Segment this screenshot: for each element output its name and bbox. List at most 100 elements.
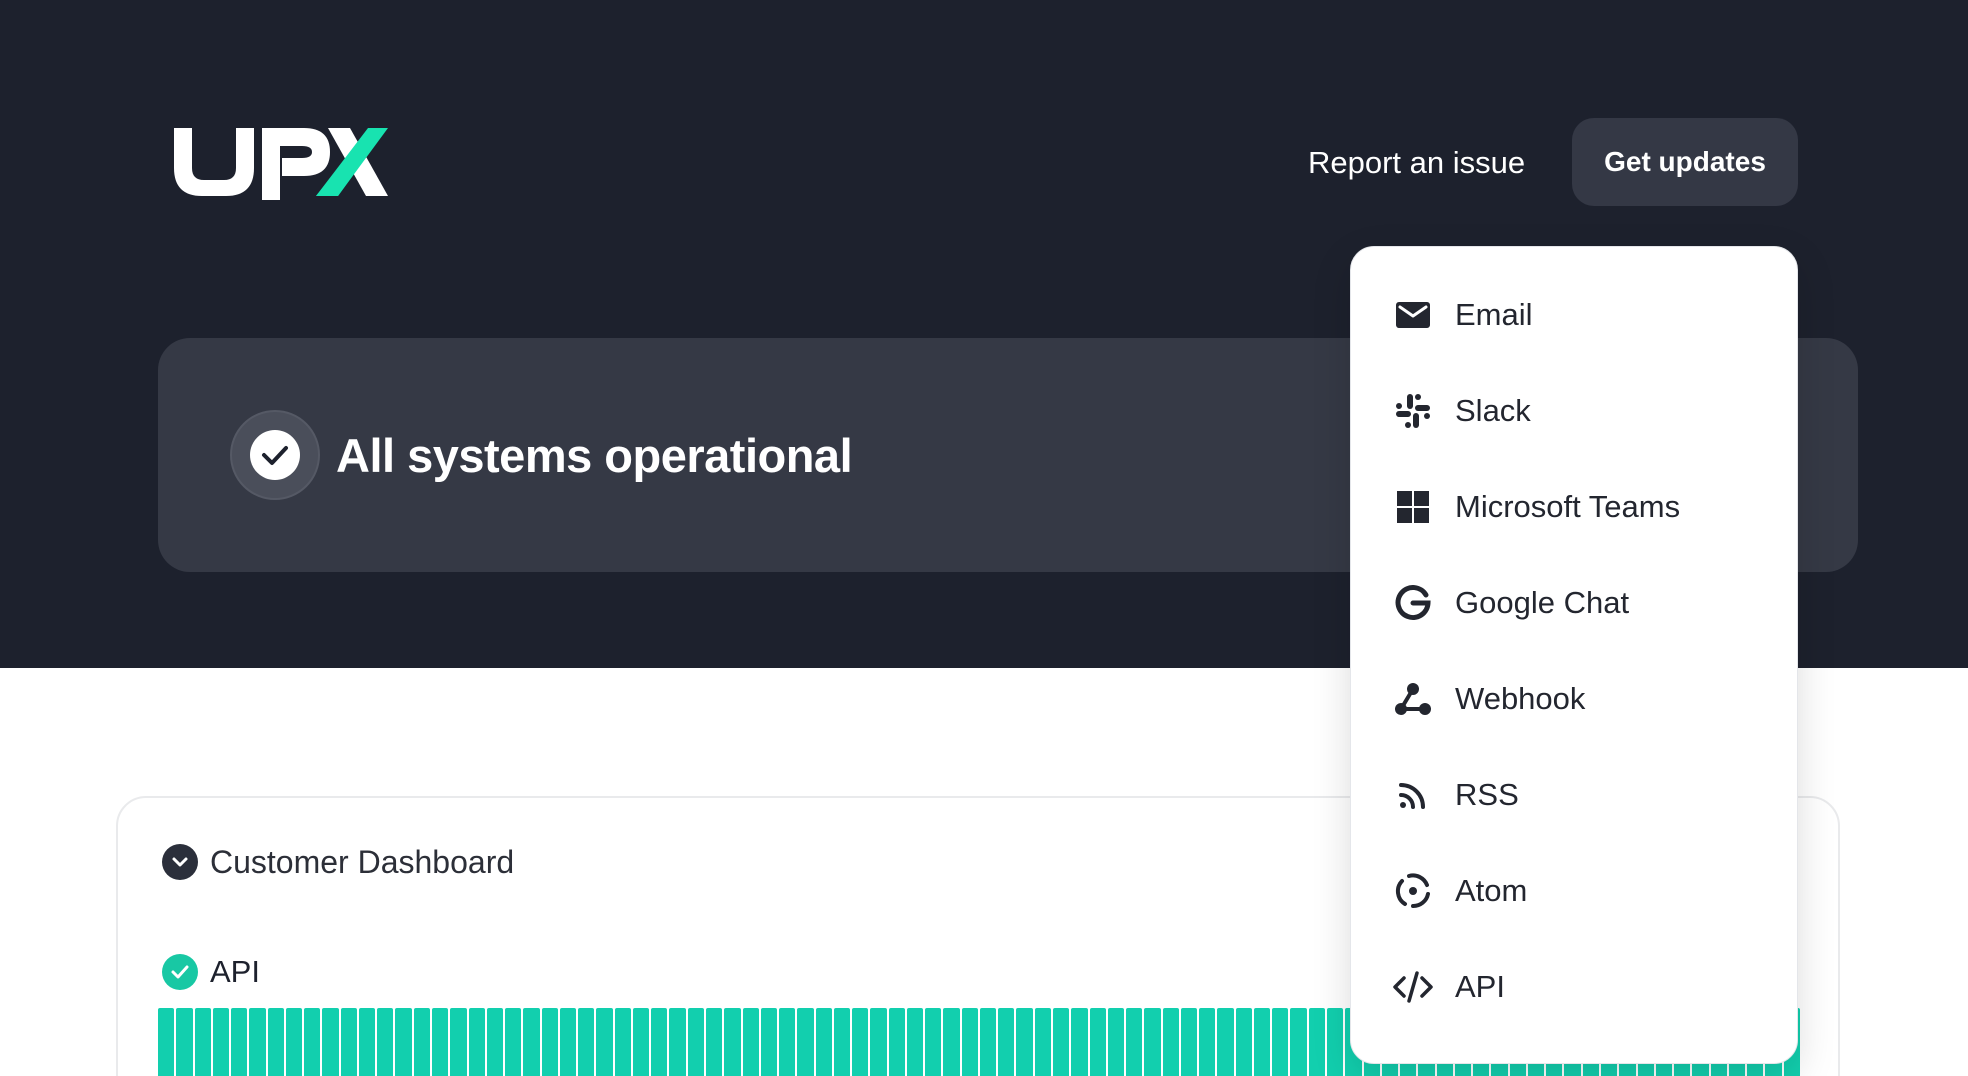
uptime-bar[interactable] bbox=[431, 1008, 449, 1076]
subscribe-dropdown: Email Slack Microsoft Teams Google Chat Webh… bbox=[1350, 246, 1798, 1064]
uptime-bar[interactable] bbox=[395, 1008, 412, 1076]
group-header[interactable]: Customer Dashboard bbox=[162, 842, 514, 882]
uptime-bar[interactable] bbox=[632, 1008, 650, 1076]
uptime-bar[interactable] bbox=[1107, 1008, 1125, 1076]
uptime-bar[interactable] bbox=[1071, 1008, 1088, 1076]
subscribe-option-label: RSS bbox=[1455, 777, 1519, 812]
uptime-bar[interactable] bbox=[1034, 1008, 1052, 1076]
uptime-bar[interactable] bbox=[1126, 1008, 1143, 1076]
uptime-bar[interactable] bbox=[724, 1008, 741, 1076]
uptime-bar[interactable] bbox=[559, 1008, 577, 1076]
rss-icon bbox=[1393, 775, 1433, 815]
subscribe-option-label: Slack bbox=[1455, 393, 1531, 428]
report-issue-link[interactable]: Report an issue bbox=[1308, 144, 1525, 182]
check-circle-icon bbox=[250, 430, 300, 480]
uptime-bar[interactable] bbox=[1016, 1008, 1033, 1076]
status-text: All systems operational bbox=[336, 429, 853, 482]
uptime-bar[interactable] bbox=[943, 1008, 960, 1076]
uptime-bar[interactable] bbox=[979, 1008, 997, 1076]
uptime-bar[interactable] bbox=[413, 1008, 430, 1076]
uptime-bar[interactable] bbox=[1327, 1008, 1344, 1076]
uptime-bar[interactable] bbox=[304, 1008, 321, 1076]
group-title: Customer Dashboard bbox=[210, 844, 515, 880]
uptime-bar[interactable] bbox=[760, 1008, 778, 1076]
uptime-bar[interactable] bbox=[1308, 1008, 1325, 1076]
subscribe-option-webhook[interactable]: Webhook bbox=[1351, 651, 1799, 747]
upx-logo[interactable] bbox=[170, 124, 390, 200]
uptime-bar[interactable] bbox=[322, 1008, 339, 1076]
status-ring bbox=[230, 410, 320, 500]
uptime-bar[interactable] bbox=[1199, 1008, 1216, 1076]
uptime-bar[interactable] bbox=[1162, 1008, 1179, 1076]
atom-icon bbox=[1393, 871, 1433, 911]
uptime-bar[interactable] bbox=[1053, 1008, 1070, 1076]
webhook-icon bbox=[1393, 679, 1433, 719]
uptime-bar[interactable] bbox=[358, 1008, 376, 1076]
uptime-bar[interactable] bbox=[779, 1008, 796, 1076]
uptime-bar[interactable] bbox=[852, 1008, 869, 1076]
uptime-bar[interactable] bbox=[468, 1008, 485, 1076]
uptime-bar[interactable] bbox=[194, 1008, 211, 1076]
subscribe-option-label: Microsoft Teams bbox=[1455, 489, 1681, 524]
uptime-bar[interactable] bbox=[176, 1008, 193, 1076]
subscribe-option-slack[interactable]: Slack bbox=[1351, 363, 1799, 459]
uptime-bar[interactable] bbox=[212, 1008, 230, 1076]
uptime-bar[interactable] bbox=[158, 1008, 175, 1076]
uptime-bar[interactable] bbox=[614, 1008, 631, 1076]
uptime-bar[interactable] bbox=[797, 1008, 814, 1076]
uptime-bar[interactable] bbox=[998, 1008, 1015, 1076]
google-icon bbox=[1393, 583, 1433, 623]
uptime-bar[interactable] bbox=[1235, 1008, 1252, 1076]
uptime-bar[interactable] bbox=[1089, 1008, 1106, 1076]
subscribe-option-microsoft-teams[interactable]: Microsoft Teams bbox=[1351, 459, 1799, 555]
uptime-bar[interactable] bbox=[1144, 1008, 1161, 1076]
uptime-bar[interactable] bbox=[249, 1008, 266, 1076]
chevron-down-icon[interactable] bbox=[162, 844, 198, 880]
uptime-bar[interactable] bbox=[888, 1008, 905, 1076]
get-updates-button[interactable]: Get updates bbox=[1572, 118, 1798, 206]
uptime-bar[interactable] bbox=[742, 1008, 759, 1076]
check-circle-icon bbox=[162, 954, 198, 990]
uptime-bar[interactable] bbox=[906, 1008, 924, 1076]
component-title: API bbox=[210, 954, 260, 989]
uptime-bar[interactable] bbox=[578, 1008, 595, 1076]
uptime-bar[interactable] bbox=[961, 1008, 978, 1076]
uptime-bar[interactable] bbox=[833, 1008, 851, 1076]
uptime-bar[interactable] bbox=[523, 1008, 540, 1076]
uptime-bar[interactable] bbox=[1217, 1008, 1234, 1076]
subscribe-option-rss[interactable]: RSS bbox=[1351, 747, 1799, 843]
uptime-bar[interactable] bbox=[505, 1008, 522, 1076]
uptime-bar[interactable] bbox=[687, 1008, 704, 1076]
uptime-bar[interactable] bbox=[1253, 1008, 1271, 1076]
mail-icon bbox=[1393, 295, 1433, 335]
uptime-bar[interactable] bbox=[1290, 1008, 1307, 1076]
uptime-bar[interactable] bbox=[1180, 1008, 1198, 1076]
subscribe-option-label: API bbox=[1455, 969, 1505, 1004]
code-icon bbox=[1393, 967, 1433, 1007]
uptime-bar[interactable] bbox=[651, 1008, 668, 1076]
subscribe-option-label: Google Chat bbox=[1455, 585, 1630, 620]
component-row: API bbox=[162, 952, 260, 992]
uptime-bar[interactable] bbox=[1272, 1008, 1289, 1076]
uptime-bar[interactable] bbox=[285, 1008, 303, 1076]
uptime-bar[interactable] bbox=[486, 1008, 504, 1076]
uptime-bar[interactable] bbox=[925, 1008, 942, 1076]
uptime-bar[interactable] bbox=[870, 1008, 887, 1076]
uptime-bar[interactable] bbox=[267, 1008, 284, 1076]
uptime-bar[interactable] bbox=[450, 1008, 467, 1076]
uptime-bar[interactable] bbox=[231, 1008, 248, 1076]
subscribe-option-atom[interactable]: Atom bbox=[1351, 843, 1799, 939]
uptime-bar[interactable] bbox=[815, 1008, 832, 1076]
uptime-bar[interactable] bbox=[596, 1008, 613, 1076]
uptime-bar[interactable] bbox=[340, 1008, 357, 1076]
subscribe-option-api[interactable]: API bbox=[1351, 939, 1799, 1035]
subscribe-option-email[interactable]: Email bbox=[1351, 267, 1799, 363]
uptime-bar[interactable] bbox=[669, 1008, 686, 1076]
uptime-bar[interactable] bbox=[541, 1008, 558, 1076]
subscribe-option-label: Webhook bbox=[1455, 681, 1586, 716]
subscribe-option-label: Atom bbox=[1455, 873, 1528, 908]
uptime-bar[interactable] bbox=[705, 1008, 723, 1076]
uptime-bar[interactable] bbox=[377, 1008, 394, 1076]
subscribe-option-google-chat[interactable]: Google Chat bbox=[1351, 555, 1799, 651]
subscribe-option-label: Email bbox=[1455, 297, 1533, 332]
